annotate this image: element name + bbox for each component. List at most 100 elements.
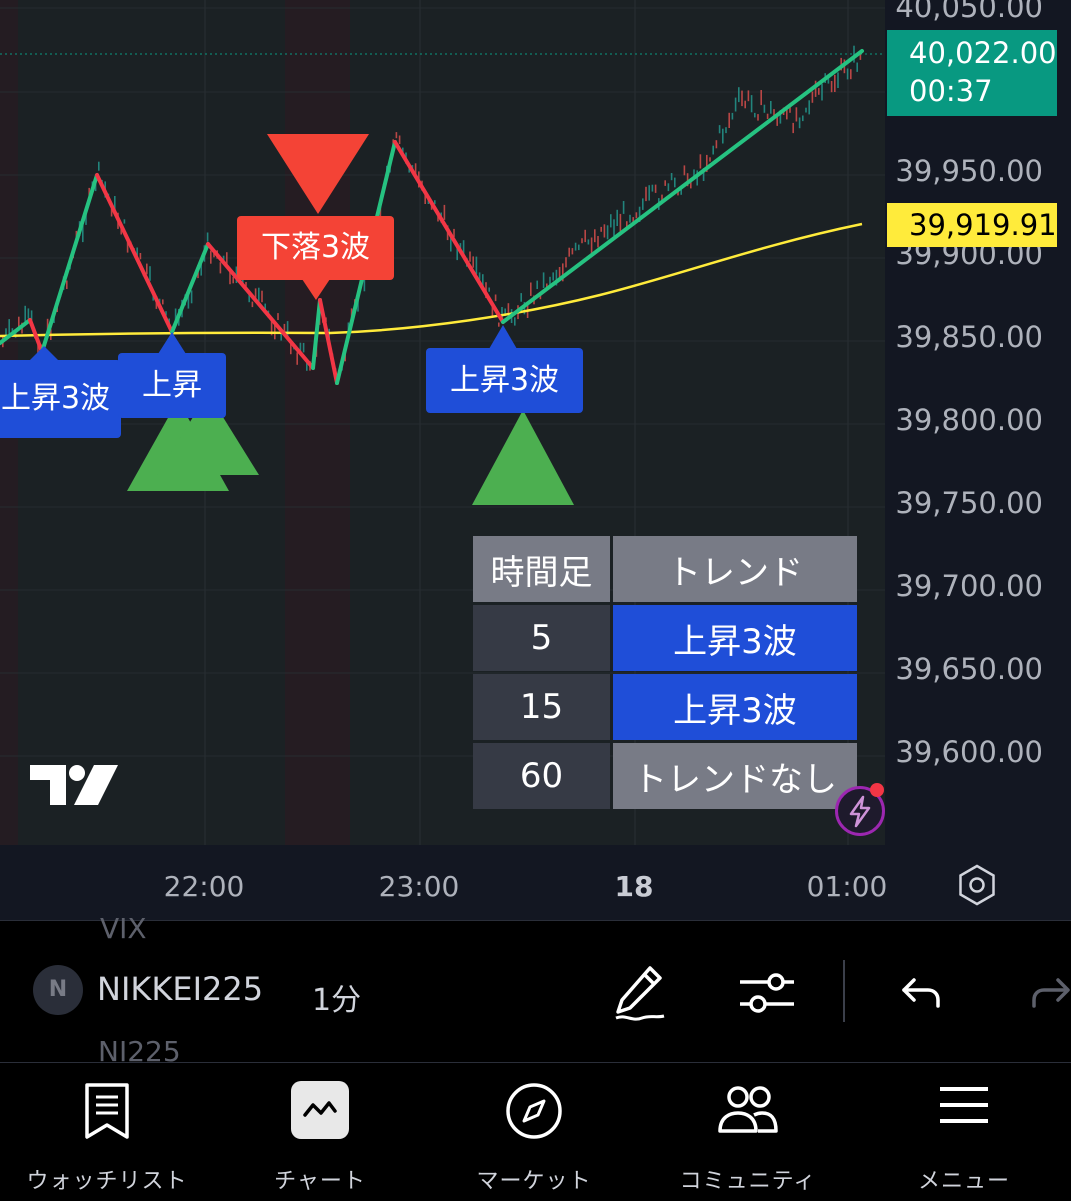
candle — [606, 225, 609, 240]
trend-table-row: 60 トレンドなし — [473, 743, 857, 809]
candle — [494, 294, 497, 302]
candle — [821, 83, 823, 101]
candle — [603, 224, 606, 238]
drawing-pen-icon[interactable] — [610, 962, 668, 1028]
redo-icon[interactable] — [1030, 972, 1071, 1016]
candle — [530, 282, 532, 296]
symbol-list-prev[interactable]: VIX — [100, 912, 147, 945]
nav-chart[interactable]: チャート — [220, 1063, 420, 1201]
candle — [613, 219, 615, 236]
chart-settings-icon[interactable] — [955, 863, 999, 907]
candle — [766, 113, 769, 119]
trend-table: 時間足 トレンド 5 上昇3波 15 上昇3波 60 トレンドなし — [470, 533, 860, 812]
notification-dot — [870, 783, 884, 797]
interval-selector[interactable]: 1分 — [312, 975, 361, 1019]
candle — [622, 201, 625, 214]
candle — [507, 303, 510, 315]
nav-market[interactable]: マーケット — [434, 1063, 634, 1201]
bar-countdown: 00:37 — [909, 74, 993, 108]
wave-label-text: 上昇3波 — [449, 363, 560, 398]
candle — [616, 209, 618, 226]
candle — [635, 212, 638, 219]
candle — [619, 213, 622, 232]
candle — [146, 263, 148, 275]
candle — [856, 62, 858, 72]
candle — [757, 114, 759, 121]
nav-label: コミュニティ — [679, 1169, 817, 1194]
time-label: 23:00 — [378, 870, 460, 903]
candle — [674, 177, 676, 188]
candle — [802, 115, 804, 122]
indicator-settings-icon[interactable] — [738, 968, 796, 1022]
candle — [834, 74, 836, 92]
candle — [725, 127, 727, 134]
candle — [850, 69, 852, 80]
trend-table-row: 15 上昇3波 — [473, 674, 857, 740]
candle — [712, 145, 714, 155]
symbol-selector[interactable]: NIKKEI225 — [97, 970, 267, 1008]
candle — [792, 122, 794, 134]
wave-label-down3: 下落3波 — [237, 216, 394, 280]
bottom-navigation: ウォッチリスト チャート マーケット コミュニティ メニュー — [0, 1062, 1071, 1201]
candle — [536, 280, 538, 289]
candle — [667, 183, 670, 192]
price-label: 39,700.00 — [895, 569, 1043, 603]
candle — [811, 91, 814, 103]
candle — [818, 88, 820, 95]
candle — [542, 272, 545, 288]
candle — [296, 352, 298, 365]
time-label: 22:00 — [163, 870, 245, 903]
candle — [571, 248, 574, 255]
candle — [747, 90, 750, 102]
candle — [699, 154, 702, 169]
header-timeframe: 時間足 — [473, 536, 610, 602]
candle — [654, 184, 657, 193]
candle — [846, 68, 849, 80]
candle — [251, 301, 254, 308]
row-timeframe: 60 — [473, 743, 610, 809]
candle — [552, 272, 554, 281]
row-timeframe: 5 — [473, 605, 610, 671]
undo-icon[interactable] — [898, 972, 942, 1016]
nav-label: チャート — [274, 1169, 366, 1194]
candle — [610, 214, 612, 228]
candle — [574, 242, 577, 251]
price-label: 39,850.00 — [895, 320, 1043, 354]
chart-area[interactable]: 上昇3波 上昇 下落3波 上昇3波 時間足 トレンド 5 上昇3波 15 上昇3… — [0, 0, 1071, 920]
candle — [210, 250, 212, 264]
candle — [734, 97, 737, 112]
hamburger-menu-icon — [940, 1087, 988, 1123]
candle — [738, 87, 740, 103]
candle — [715, 140, 718, 149]
nav-label: ウォッチリスト — [26, 1169, 188, 1194]
time-axis[interactable]: 22:00 23:00 18 01:00 — [0, 845, 1071, 920]
candle — [597, 236, 599, 248]
candle — [731, 112, 734, 120]
symbol-avatar: N — [33, 965, 83, 1015]
candle — [722, 128, 724, 144]
candle — [139, 253, 142, 260]
last-price-tag: 40,022.00 00:37 — [887, 30, 1057, 116]
price-axis[interactable]: 40,050.00 39,950.00 39,900.00 39,850.00 … — [885, 0, 1071, 845]
price-label: 39,750.00 — [895, 486, 1043, 520]
candle — [754, 112, 756, 118]
candle — [66, 280, 68, 289]
nav-community[interactable]: コミュニティ — [648, 1063, 848, 1201]
ma-price-tag: 39,919.91 — [887, 203, 1057, 247]
candle — [8, 319, 10, 336]
candle — [837, 72, 839, 88]
candle — [488, 287, 490, 292]
compass-icon — [506, 1083, 562, 1139]
wave-label-text: 下落3波 — [260, 230, 371, 265]
trend-table-row: 5 上昇3波 — [473, 605, 857, 671]
candle — [395, 132, 398, 139]
price-plot[interactable]: 上昇3波 上昇 下落3波 上昇3波 時間足 トレンド 5 上昇3波 15 上昇3… — [0, 0, 885, 845]
row-trend: 上昇3波 — [613, 674, 857, 740]
nav-watchlist[interactable]: ウォッチリスト — [7, 1063, 207, 1201]
candle — [718, 125, 721, 134]
nav-menu[interactable]: メニュー — [864, 1063, 1064, 1201]
candle — [798, 117, 801, 129]
candle — [744, 100, 746, 109]
price-label: 40,050.00 — [895, 0, 1043, 24]
candle — [795, 107, 798, 122]
